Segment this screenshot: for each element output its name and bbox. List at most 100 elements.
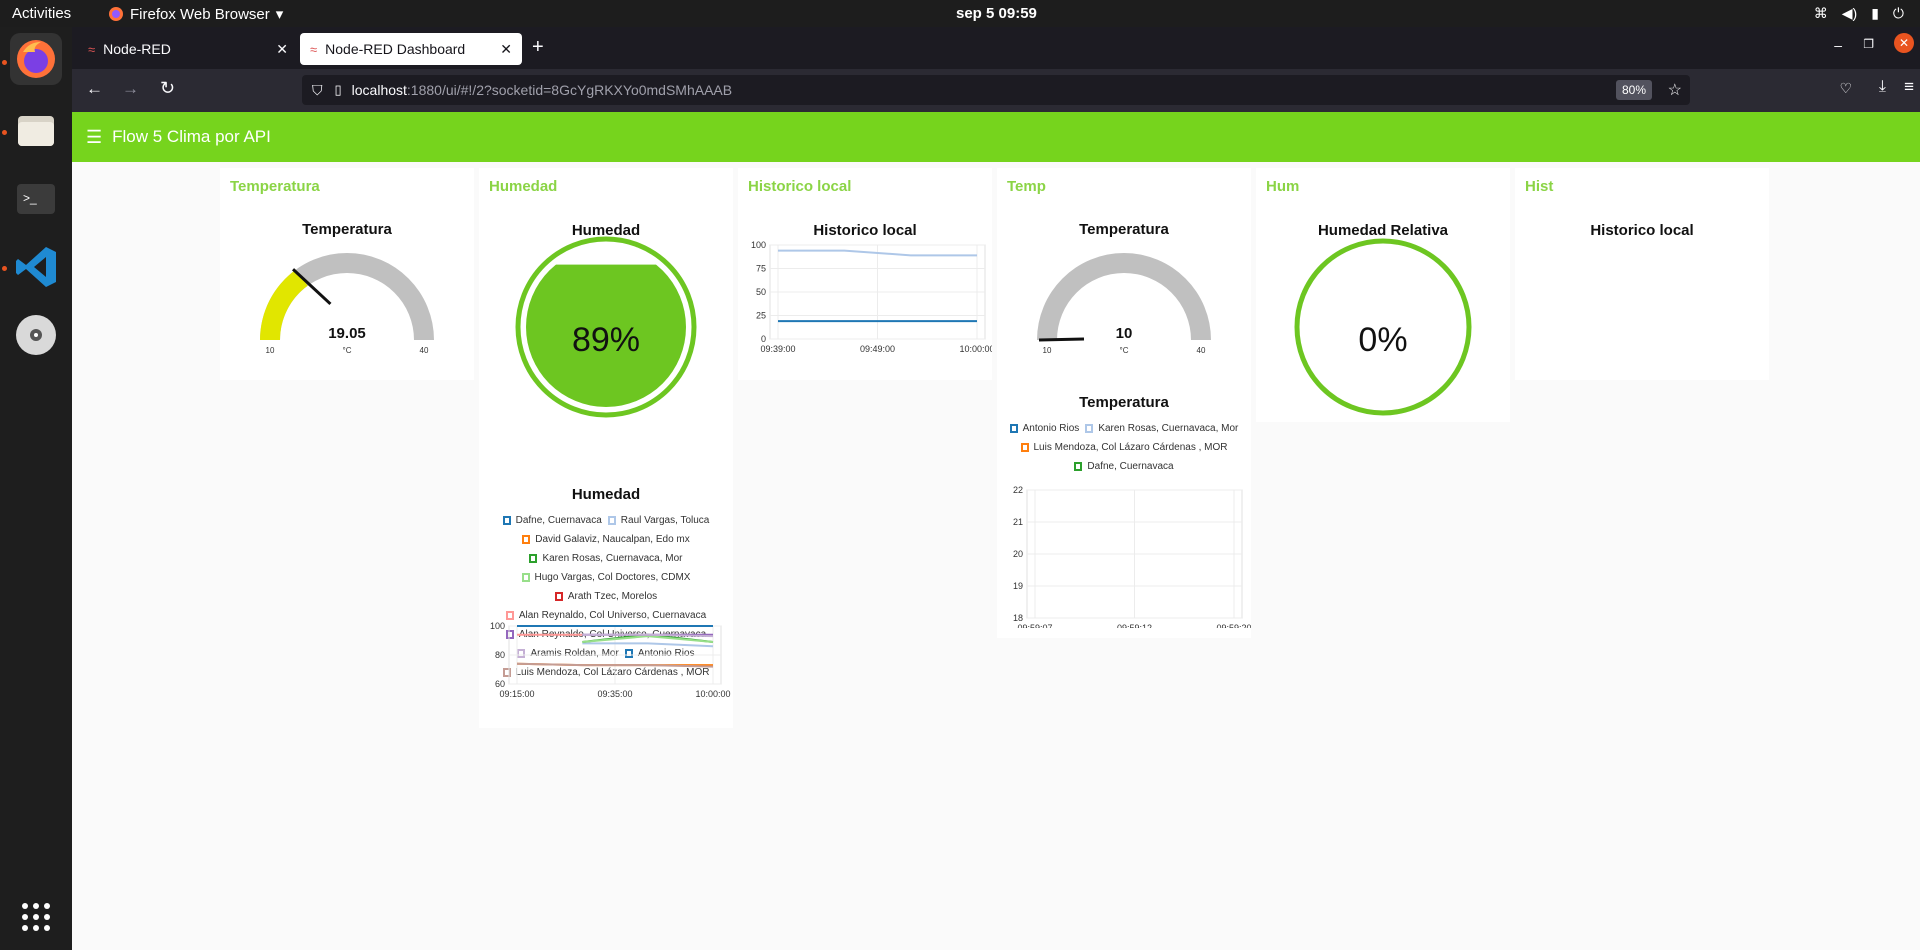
gauge-needle [1038, 337, 1085, 342]
x-tick-label: 09:35:00 [597, 689, 632, 699]
dashboard-title: Flow 5 Clima por API [112, 127, 271, 146]
legend-swatch [502, 516, 511, 525]
group-temp: Temp Temperatura 10 °C 10 40 Temperatura… [997, 168, 1251, 638]
reload-button[interactable]: ↻ [160, 78, 175, 99]
x-tick-label: 09:15:00 [499, 689, 534, 699]
legend-swatch [1009, 424, 1018, 433]
legend-item[interactable]: David Galaviz, Naucalpan, Edo mx [522, 531, 690, 548]
disc-icon [16, 315, 56, 355]
page-icon: ▯ [334, 82, 342, 97]
group-title: Hist [1525, 178, 1554, 195]
back-button[interactable]: ← [86, 79, 103, 99]
y-tick-label: 21 [1013, 517, 1023, 527]
chart-title: Historico local [1590, 222, 1694, 239]
legend-swatch [522, 535, 531, 544]
series-line [582, 642, 714, 648]
gauge-max: 40 [420, 346, 429, 355]
legend-label: Karen Rosas, Cuernavaca, Mor [1098, 423, 1239, 434]
humidity-level: 89% [515, 236, 697, 418]
legend-swatch [521, 573, 530, 582]
pocket-icon[interactable]: ♡ [1839, 80, 1852, 97]
bookmark-star-icon[interactable]: ☆ [1668, 80, 1682, 100]
running-indicator [2, 130, 7, 135]
y-tick-label: 20 [1013, 549, 1023, 559]
legend-item[interactable]: Luis Mendoza, Col Lázaro Cárdenas , MOR [1020, 439, 1228, 456]
close-tab-icon[interactable]: ✕ [276, 41, 288, 58]
humidity-chart: 09:15:00 09:35:00 10:00:00 100 80 60 [490, 621, 731, 699]
y-tick-label: 80 [495, 650, 505, 660]
legend-swatch [554, 592, 563, 601]
power-icon: ⏻ [1892, 5, 1904, 21]
running-indicator [2, 266, 7, 271]
legend-swatch [529, 554, 538, 563]
network-icon: ⌘ [1813, 5, 1828, 21]
close-window-button[interactable]: ✕ [1894, 33, 1914, 53]
legend-item[interactable]: Karen Rosas, Cuernavaca, Mor [1085, 420, 1238, 437]
x-tick-label: 09:49:00 [860, 344, 895, 354]
y-tick-label: 25 [756, 311, 766, 321]
menu-icon[interactable]: ≡ [1904, 77, 1914, 97]
x-tick-label: 09:59:12 [1117, 623, 1152, 628]
group-temperatura: Temperatura Temperatura 19.05 °C 10 40 [220, 168, 474, 380]
close-tab-icon[interactable]: ✕ [500, 41, 512, 58]
tab-node-red[interactable]: ≈ Node-RED ✕ [78, 33, 298, 65]
legend-label: Luis Mendoza, Col Lázaro Cárdenas , MOR [1033, 442, 1228, 453]
group-hist: Hist Historico local [1515, 168, 1769, 380]
legend-item[interactable]: Raul Vargas, Toluca [607, 512, 709, 529]
tab-label: Node-RED [103, 41, 171, 57]
legend-item[interactable]: Dafne, Cuernavaca [502, 512, 602, 529]
y-tick-label: 18 [1013, 613, 1023, 623]
legend-label: Karen Rosas, Cuernavaca, Mor [542, 553, 683, 564]
forward-button[interactable]: → [122, 79, 139, 99]
hamburger-menu-icon[interactable]: ☰ [86, 127, 102, 148]
activities-button[interactable]: Activities [12, 5, 71, 22]
running-indicator [2, 60, 7, 65]
new-tab-button[interactable]: + [532, 36, 544, 59]
legend-item[interactable]: Antonio Rios [1009, 420, 1079, 437]
restore-button[interactable]: ❐ [1863, 37, 1874, 51]
downloads-icon[interactable]: ⤓ [1879, 78, 1886, 96]
y-tick-label: 75 [756, 264, 766, 274]
legend-item[interactable]: Arath Tzec, Morelos [554, 588, 658, 605]
temperature-gauge: 10 °C 10 40 [1037, 253, 1211, 355]
app-menu[interactable]: Firefox Web Browser ▾ [108, 5, 283, 23]
dock-files[interactable] [10, 105, 62, 157]
url-bar[interactable]: ⛉ ▯ localhost :1880/ui/#!/2?socketid=8Gc… [302, 75, 1690, 105]
legend-label: Arath Tzec, Morelos [567, 591, 658, 602]
dock-firefox[interactable] [10, 33, 62, 85]
tab-label: Node-RED Dashboard [325, 41, 466, 57]
folder-icon [18, 116, 54, 146]
dock-disc[interactable] [10, 309, 62, 361]
tab-node-red-dashboard[interactable]: ≈ Node-RED Dashboard ✕ [300, 33, 522, 65]
clock[interactable]: sep 5 09:59 [956, 5, 1037, 22]
tab-bar: ≈ Node-RED ✕ ≈ Node-RED Dashboard ✕ + – … [72, 27, 1920, 69]
y-tick-label: 100 [751, 240, 766, 250]
legend-item[interactable]: Hugo Vargas, Col Doctores, CDMX [521, 569, 690, 586]
system-top-bar: Activities Firefox Web Browser ▾ sep 5 0… [0, 0, 1920, 27]
group-hum: Hum Humedad Relativa 0% [1256, 168, 1510, 422]
system-tray[interactable]: ⌘ ◀) ▮ ⏻ [1814, 5, 1904, 22]
dock-terminal[interactable]: >_ [10, 173, 62, 225]
firefox-icon [109, 7, 123, 21]
minimize-button[interactable]: – [1834, 37, 1842, 53]
y-tick-label: 19 [1013, 581, 1023, 591]
legend-item[interactable]: Karen Rosas, Cuernavaca, Mor [529, 550, 683, 567]
y-tick-label: 0 [761, 334, 766, 344]
group-humedad: Humedad Humedad 89% Humedad Dafne, Cuern… [479, 168, 733, 728]
battery-icon: ▮ [1871, 5, 1879, 21]
dock-vscode[interactable] [10, 241, 62, 293]
legend-swatch [1085, 424, 1094, 433]
y-tick-label: 50 [756, 287, 766, 297]
dashboard-page: ☰ Flow 5 Clima por API Temperatura Tempe… [72, 112, 1920, 950]
group-historico-local: Historico local Historico local 09:39:00… [738, 168, 992, 380]
legend-swatch [1020, 443, 1029, 452]
historico-chart: 09:39:00 09:49:00 10:00:00 100 75 50 25 0 [751, 240, 992, 354]
url-path: :1880/ui/#!/2?socketid=8GcYgRKXYo0mdSMhA… [406, 82, 733, 98]
show-apps-button[interactable] [10, 891, 62, 943]
x-tick-label: 09:59:07 [1017, 623, 1052, 628]
navigation-bar: ← → ↻ ⛉ ▯ localhost :1880/ui/#!/2?socket… [72, 69, 1920, 112]
temperature-gauge: 19.05 °C 10 40 [260, 253, 434, 355]
firefox-icon [17, 40, 55, 78]
vscode-icon [16, 247, 56, 287]
zoom-level[interactable]: 80% [1615, 80, 1652, 100]
